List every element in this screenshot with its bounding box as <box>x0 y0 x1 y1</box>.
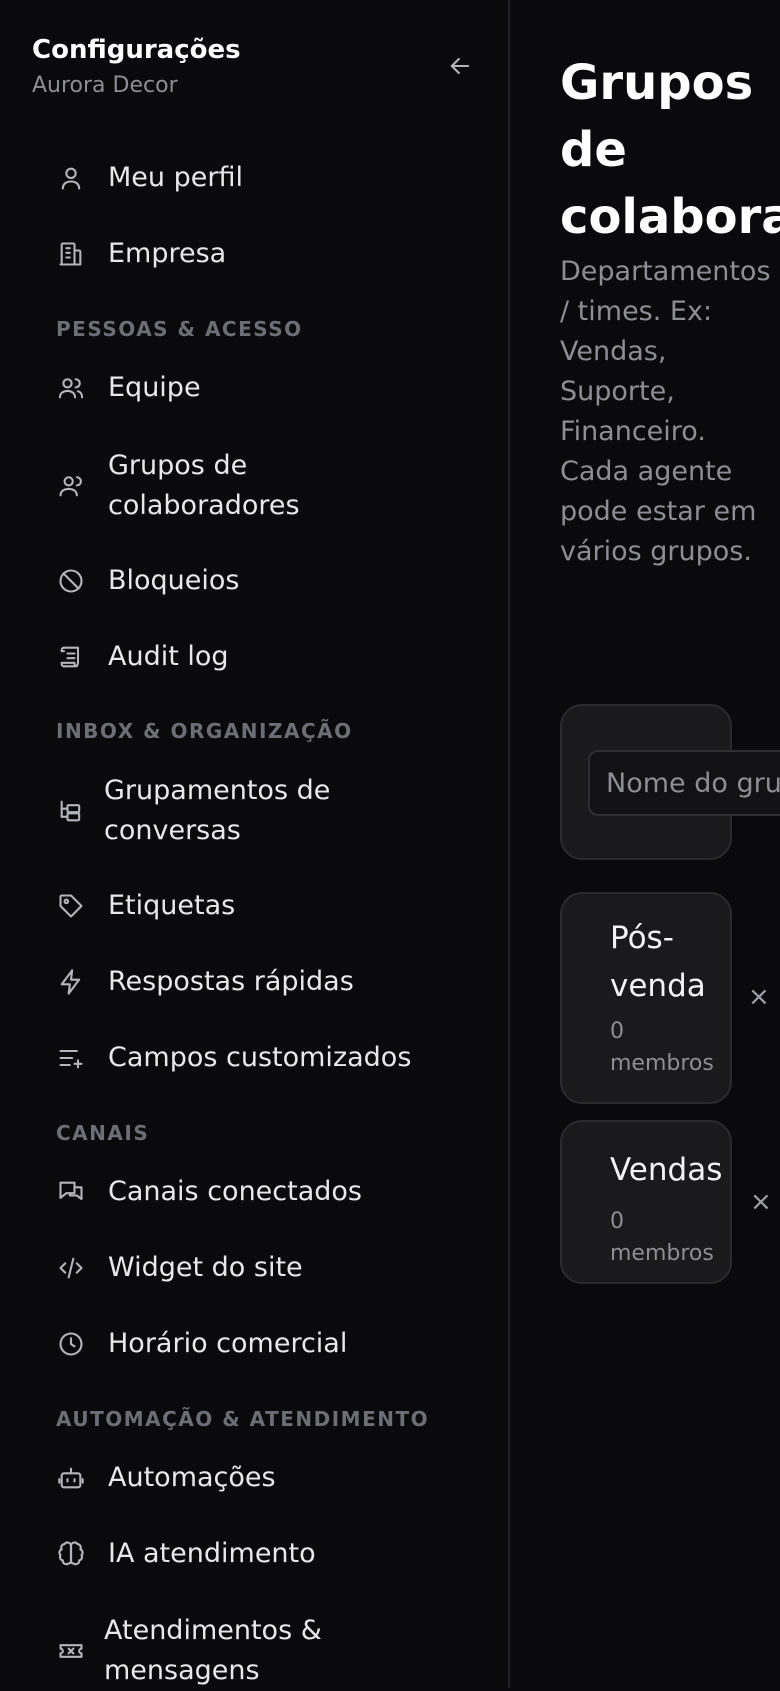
sidebar-item-grupos-de-colaboradores[interactable]: Grupos de colaboradores <box>56 446 408 526</box>
section-heading-inbox: INBOX & ORGANIZAÇÃO <box>56 719 353 743</box>
code-icon <box>56 1253 86 1283</box>
sidebar-item-label: Automações <box>108 1462 276 1493</box>
sidebar-item-meu-perfil[interactable]: Meu perfil <box>56 158 243 198</box>
robot-icon <box>56 1463 86 1493</box>
user-icon <box>56 163 86 193</box>
sidebar-item-grupamentos[interactable]: Grupamentos de conversas <box>56 771 404 851</box>
sidebar-item-audit-log[interactable]: Audit log <box>56 637 229 677</box>
clock-icon <box>56 1329 86 1359</box>
remove-group-button[interactable]: × <box>750 1188 772 1216</box>
tag-icon <box>56 891 86 921</box>
users-icon <box>56 373 86 403</box>
page-description: Departamentos / times. Ex: Vendas, Supor… <box>560 256 771 567</box>
sidebar-item-label: Etiquetas <box>108 890 236 921</box>
sidebar-item-label: Canais conectados <box>108 1176 362 1207</box>
sidebar-item-label: Respostas rápidas <box>108 966 354 997</box>
sidebar-item-label: Empresa <box>108 238 227 269</box>
building-icon <box>56 239 86 269</box>
sidebar-item-label: Grupamentos de conversas <box>104 775 331 846</box>
sidebar-item-respostas-rapidas[interactable]: Respostas rápidas <box>56 962 354 1002</box>
lightning-icon <box>56 967 86 997</box>
sidebar-item-label: Meu perfil <box>108 162 243 193</box>
remove-group-button[interactable]: × <box>748 983 770 1011</box>
ban-icon <box>56 566 86 596</box>
sidebar-item-canais-conectados[interactable]: Canais conectados <box>56 1172 362 1212</box>
scroll-icon <box>56 642 86 672</box>
page-title: Grupos de colaboradores <box>560 55 780 245</box>
users-group-icon <box>56 471 86 501</box>
sidebar-item-label: Audit log <box>108 641 229 672</box>
sidebar-item-widget-do-site[interactable]: Widget do site <box>56 1248 303 1288</box>
sidebar-subtitle: Aurora Decor <box>32 73 178 98</box>
sidebar-item-label: Widget do site <box>108 1252 303 1283</box>
arrow-left-icon <box>450 57 470 75</box>
group-name: Vendas <box>610 1152 723 1188</box>
group-card-vendas: Vendas 0 membros <box>560 1120 732 1284</box>
sidebar-item-atendimentos-mensagens[interactable]: Atendimentos & mensagens <box>56 1611 404 1691</box>
sidebar-title: Configurações <box>32 35 241 65</box>
sidebar-item-equipe[interactable]: Equipe <box>56 368 201 408</box>
list-plus-icon <box>56 1043 86 1073</box>
settings-sidebar: Configurações Aurora Decor Meu perfil Em… <box>0 0 510 1688</box>
ticket-icon <box>56 1636 86 1666</box>
sidebar-item-bloqueios[interactable]: Bloqueios <box>56 561 240 601</box>
back-button[interactable] <box>446 52 474 80</box>
sidebar-item-label: Grupos de colaboradores <box>108 450 300 521</box>
sidebar-item-campos-customizados[interactable]: Campos customizados <box>56 1038 411 1078</box>
chat-bubbles-icon <box>56 1177 86 1207</box>
group-member-count: 0 membros <box>610 1019 714 1076</box>
sidebar-item-label: Equipe <box>108 372 201 403</box>
new-group-card <box>560 704 780 860</box>
sidebar-item-ia-atendimento[interactable]: IA atendimento <box>56 1534 316 1574</box>
brain-icon <box>56 1539 86 1569</box>
sidebar-item-label: Atendimentos & mensagens <box>104 1615 322 1686</box>
section-heading-automacao: AUTOMAÇÃO & ATENDIMENTO <box>56 1407 430 1431</box>
sidebar-item-label: Bloqueios <box>108 565 240 596</box>
group-name: Pós-venda <box>610 920 706 1004</box>
sidebar-item-label: Campos customizados <box>108 1042 412 1073</box>
sidebar-item-label: Horário comercial <box>108 1328 348 1359</box>
tree-icon <box>56 796 86 826</box>
section-heading-canais: CANAIS <box>56 1121 150 1145</box>
group-name-input[interactable] <box>590 752 780 814</box>
sidebar-item-empresa[interactable]: Empresa <box>56 234 226 274</box>
group-name-field[interactable] <box>588 750 780 816</box>
sidebar-item-etiquetas[interactable]: Etiquetas <box>56 886 235 926</box>
sidebar-item-automacoes[interactable]: Automações <box>56 1458 276 1498</box>
main-content: Grupos de colaboradores Departamentos / … <box>560 0 780 1688</box>
group-card-pos-venda: Pós-venda 0 membros <box>560 892 732 1104</box>
sidebar-item-horario-comercial[interactable]: Horário comercial <box>56 1324 347 1364</box>
group-member-count: 0 membros <box>610 1209 714 1266</box>
section-heading-pessoas: PESSOAS & ACESSO <box>56 317 303 341</box>
sidebar-item-label: IA atendimento <box>108 1538 316 1569</box>
